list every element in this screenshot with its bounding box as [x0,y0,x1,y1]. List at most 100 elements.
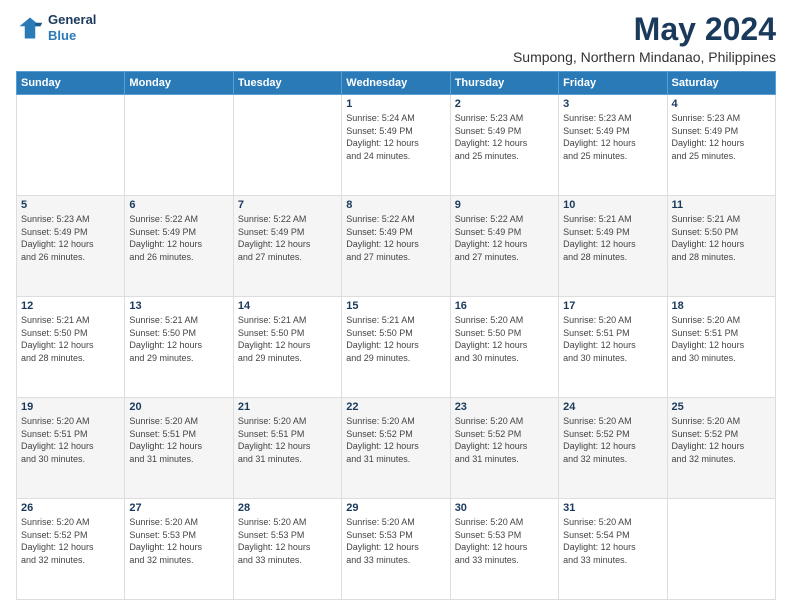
calendar-cell [17,95,125,196]
calendar-cell: 12 Sunrise: 5:21 AM Sunset: 5:50 PM Dayli… [17,297,125,398]
calendar-cell: 3Sunrise: 5:23 AM Sunset: 5:49 PM Daylig… [559,95,667,196]
calendar-cell: 20 Sunrise: 5:20 AM Sunset: 5:51 PM Dayli… [125,398,233,499]
day-number: 1 [346,98,445,110]
day-info: Sunrise: 5:20 AM Sunset: 5:53 PM Dayligh… [129,516,228,566]
day-number: 5 [21,199,120,211]
calendar-cell: 17 Sunrise: 5:20 AM Sunset: 5:51 PM Dayli… [559,297,667,398]
calendar-cell: 4 Sunrise: 5:23 AM Sunset: 5:49 PM Daylig… [667,95,775,196]
calendar-cell: 29Sunrise: 5:20 AM Sunset: 5:53 PM Dayli… [342,499,450,600]
calendar-cell: 19 Sunrise: 5:20 AM Sunset: 5:51 PM Dayli… [17,398,125,499]
day-number: 22 [346,401,445,413]
day-info: Sunrise: 5:22 AM Sunset: 5:49 PM Dayligh… [238,213,337,263]
calendar-body: 1 Sunrise: 5:24 AM Sunset: 5:49 PM Daylig… [17,95,776,600]
day-info: Sunrise: 5:20 AM Sunset: 5:51 PM Dayligh… [672,314,771,364]
calendar-cell: 6 Sunrise: 5:22 AM Sunset: 5:49 PM Daylig… [125,196,233,297]
day-info: Sunrise: 5:24 AM Sunset: 5:49 PM Dayligh… [346,112,445,162]
day-info: Sunrise: 5:20 AM Sunset: 5:52 PM Dayligh… [672,415,771,465]
day-number: 20 [129,401,228,413]
logo-text: General Blue [48,12,96,43]
calendar-cell: 10Sunrise: 5:21 AM Sunset: 5:49 PM Dayli… [559,196,667,297]
week-row-2: 12 Sunrise: 5:21 AM Sunset: 5:50 PM Dayli… [17,297,776,398]
day-info: Sunrise: 5:20 AM Sunset: 5:52 PM Dayligh… [455,415,554,465]
logo-icon [16,14,44,42]
calendar-cell: 15 Sunrise: 5:21 AM Sunset: 5:50 PM Dayli… [342,297,450,398]
day-number: 19 [21,401,120,413]
day-info: Sunrise: 5:20 AM Sunset: 5:52 PM Dayligh… [21,516,120,566]
day-number: 4 [672,98,771,110]
calendar: SundayMondayTuesdayWednesdayThursdayFrid… [16,71,776,600]
day-number: 21 [238,401,337,413]
page: General Blue May 2024 Sumpong, Northern … [0,0,792,612]
day-header-wednesday: Wednesday [342,72,450,95]
main-title: May 2024 [513,12,776,47]
calendar-cell: 9 Sunrise: 5:22 AM Sunset: 5:49 PM Daylig… [450,196,558,297]
day-number: 8 [346,199,445,211]
calendar-cell: 13 Sunrise: 5:21 AM Sunset: 5:50 PM Dayli… [125,297,233,398]
header: General Blue May 2024 Sumpong, Northern … [16,12,776,65]
calendar-cell: 21 Sunrise: 5:20 AM Sunset: 5:51 PM Dayli… [233,398,341,499]
calendar-cell: 26 Sunrise: 5:20 AM Sunset: 5:52 PM Dayli… [17,499,125,600]
day-info: Sunrise: 5:21 AM Sunset: 5:50 PM Dayligh… [346,314,445,364]
day-number: 30 [455,502,554,514]
day-number: 18 [672,300,771,312]
day-info: Sunrise: 5:22 AM Sunset: 5:49 PM Dayligh… [455,213,554,263]
calendar-cell: 25Sunrise: 5:20 AM Sunset: 5:52 PM Dayli… [667,398,775,499]
week-row-0: 1 Sunrise: 5:24 AM Sunset: 5:49 PM Daylig… [17,95,776,196]
day-number: 29 [346,502,445,514]
day-info: Sunrise: 5:23 AM Sunset: 5:49 PM Dayligh… [455,112,554,162]
day-info: Sunrise: 5:21 AM Sunset: 5:50 PM Dayligh… [21,314,120,364]
day-info: Sunrise: 5:20 AM Sunset: 5:53 PM Dayligh… [455,516,554,566]
day-info: Sunrise: 5:21 AM Sunset: 5:50 PM Dayligh… [238,314,337,364]
calendar-cell: 8 Sunrise: 5:22 AM Sunset: 5:49 PM Daylig… [342,196,450,297]
day-info: Sunrise: 5:20 AM Sunset: 5:50 PM Dayligh… [455,314,554,364]
day-number: 9 [455,199,554,211]
day-info: Sunrise: 5:22 AM Sunset: 5:49 PM Dayligh… [129,213,228,263]
calendar-cell: 7 Sunrise: 5:22 AM Sunset: 5:49 PM Daylig… [233,196,341,297]
calendar-cell [125,95,233,196]
day-number: 13 [129,300,228,312]
day-number: 6 [129,199,228,211]
day-info: Sunrise: 5:22 AM Sunset: 5:49 PM Dayligh… [346,213,445,263]
day-number: 31 [563,502,662,514]
calendar-cell: 1 Sunrise: 5:24 AM Sunset: 5:49 PM Daylig… [342,95,450,196]
calendar-cell: 11 Sunrise: 5:21 AM Sunset: 5:50 PM Dayli… [667,196,775,297]
day-number: 10 [563,199,662,211]
week-row-3: 19 Sunrise: 5:20 AM Sunset: 5:51 PM Dayli… [17,398,776,499]
week-row-4: 26 Sunrise: 5:20 AM Sunset: 5:52 PM Dayli… [17,499,776,600]
day-info: Sunrise: 5:20 AM Sunset: 5:51 PM Dayligh… [129,415,228,465]
day-info: Sunrise: 5:20 AM Sunset: 5:52 PM Dayligh… [563,415,662,465]
day-number: 23 [455,401,554,413]
day-info: Sunrise: 5:21 AM Sunset: 5:50 PM Dayligh… [672,213,771,263]
day-number: 7 [238,199,337,211]
day-number: 26 [21,502,120,514]
calendar-cell: 27Sunrise: 5:20 AM Sunset: 5:53 PM Dayli… [125,499,233,600]
day-info: Sunrise: 5:20 AM Sunset: 5:53 PM Dayligh… [238,516,337,566]
day-number: 17 [563,300,662,312]
day-info: Sunrise: 5:20 AM Sunset: 5:51 PM Dayligh… [21,415,120,465]
calendar-cell: 2Sunrise: 5:23 AM Sunset: 5:49 PM Daylig… [450,95,558,196]
day-header-sunday: Sunday [17,72,125,95]
day-info: Sunrise: 5:23 AM Sunset: 5:49 PM Dayligh… [672,112,771,162]
day-header-tuesday: Tuesday [233,72,341,95]
day-number: 28 [238,502,337,514]
day-number: 16 [455,300,554,312]
day-info: Sunrise: 5:20 AM Sunset: 5:51 PM Dayligh… [238,415,337,465]
day-info: Sunrise: 5:20 AM Sunset: 5:51 PM Dayligh… [563,314,662,364]
day-header-friday: Friday [559,72,667,95]
calendar-cell [233,95,341,196]
day-number: 12 [21,300,120,312]
day-info: Sunrise: 5:20 AM Sunset: 5:52 PM Dayligh… [346,415,445,465]
day-info: Sunrise: 5:21 AM Sunset: 5:50 PM Dayligh… [129,314,228,364]
calendar-cell: 14Sunrise: 5:21 AM Sunset: 5:50 PM Dayli… [233,297,341,398]
calendar-cell: 16 Sunrise: 5:20 AM Sunset: 5:50 PM Dayli… [450,297,558,398]
title-block: May 2024 Sumpong, Northern Mindanao, Phi… [513,12,776,65]
day-info: Sunrise: 5:20 AM Sunset: 5:54 PM Dayligh… [563,516,662,566]
calendar-cell: 28 Sunrise: 5:20 AM Sunset: 5:53 PM Dayli… [233,499,341,600]
day-header-monday: Monday [125,72,233,95]
calendar-cell: 22 Sunrise: 5:20 AM Sunset: 5:52 PM Dayli… [342,398,450,499]
calendar-cell: 23 Sunrise: 5:20 AM Sunset: 5:52 PM Dayli… [450,398,558,499]
subtitle: Sumpong, Northern Mindanao, Philippines [513,49,776,65]
day-header-saturday: Saturday [667,72,775,95]
day-number: 11 [672,199,771,211]
day-number: 15 [346,300,445,312]
